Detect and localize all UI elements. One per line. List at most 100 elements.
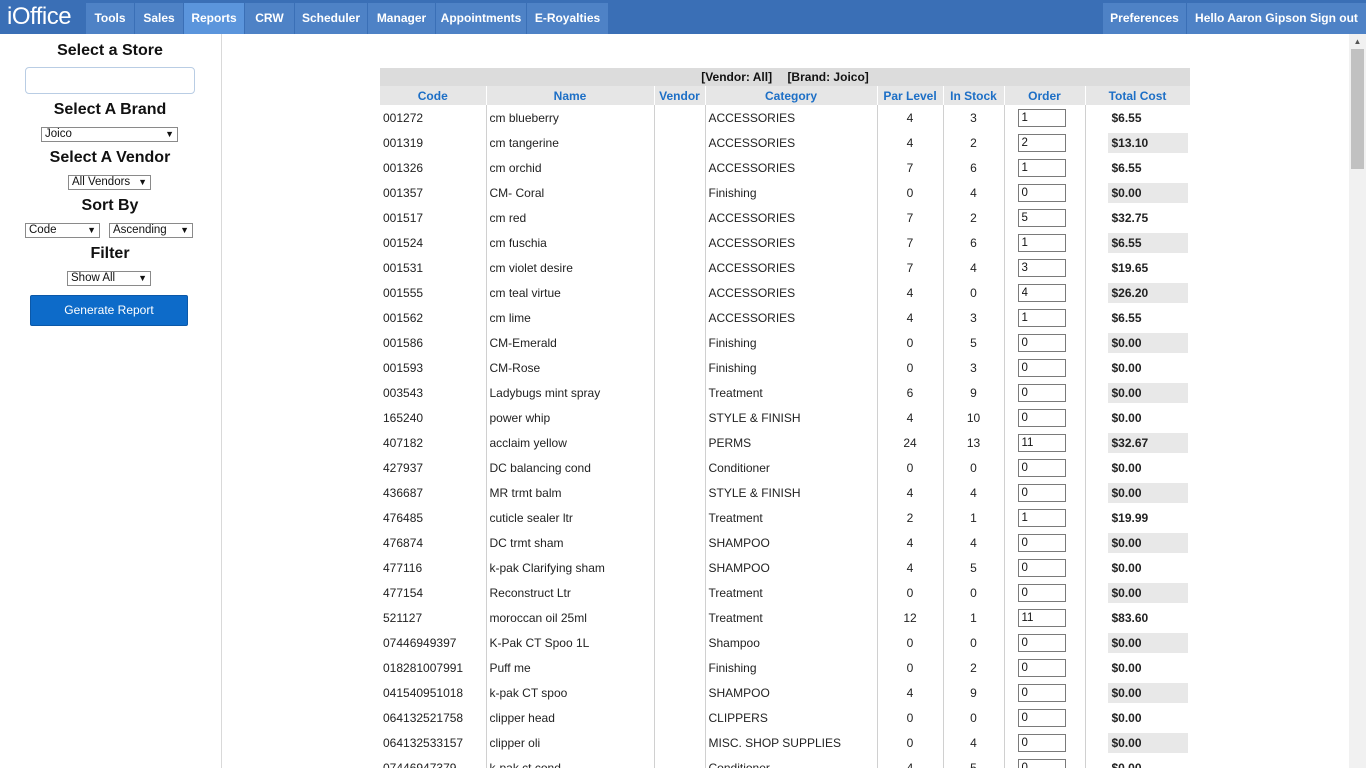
cell-name: cuticle sealer ltr — [486, 505, 655, 530]
column-header-in-stock[interactable]: In Stock — [943, 86, 1005, 105]
table-row: 521127moroccan oil 25ml Treatment121 $83.6… — [380, 605, 1190, 630]
total-cost-value: $0.00 — [1107, 382, 1188, 403]
order-quantity-input[interactable] — [1017, 633, 1066, 652]
nav-appointments[interactable]: Appointments — [436, 3, 526, 34]
cell-category: SHAMPOO — [705, 680, 878, 705]
nav-scheduler[interactable]: Scheduler — [295, 3, 367, 34]
cell-in-stock: 4 — [943, 730, 1005, 755]
order-quantity-input[interactable] — [1017, 158, 1066, 177]
generate-report-button[interactable]: Generate Report — [30, 295, 188, 326]
cell-total-cost: $0.00 — [1085, 705, 1190, 730]
store-input[interactable] — [25, 67, 195, 94]
order-quantity-input[interactable] — [1017, 483, 1066, 502]
cell-category: Conditioner — [705, 755, 878, 768]
nav-sales[interactable]: Sales — [135, 3, 183, 34]
scrollbar-thumb[interactable] — [1351, 49, 1364, 169]
cell-vendor — [654, 755, 706, 768]
preferences-link[interactable]: Preferences — [1103, 3, 1186, 34]
cell-par-level: 0 — [877, 455, 944, 480]
column-header-code[interactable]: Code — [380, 86, 487, 105]
chevron-down-icon: ▼ — [138, 177, 147, 187]
order-quantity-input[interactable] — [1017, 383, 1066, 402]
cell-code: 001326 — [380, 155, 487, 180]
cell-name: MR trmt balm — [486, 480, 655, 505]
order-quantity-input[interactable] — [1017, 433, 1066, 452]
order-quantity-input[interactable] — [1017, 183, 1066, 202]
column-header-order[interactable]: Order — [1004, 86, 1086, 105]
cell-vendor — [654, 455, 706, 480]
nav-manager[interactable]: Manager — [368, 3, 435, 34]
cell-vendor — [654, 555, 706, 580]
cell-in-stock: 5 — [943, 330, 1005, 355]
user-greeting-signout[interactable]: Hello Aaron Gipson Sign out — [1187, 3, 1366, 34]
cell-name: CM- Coral — [486, 180, 655, 205]
app-logo[interactable]: iOffice — [7, 2, 72, 32]
order-quantity-input[interactable] — [1017, 733, 1066, 752]
order-quantity-input[interactable] — [1017, 608, 1066, 627]
cell-par-level: 24 — [877, 430, 944, 455]
filter-select[interactable]: Show All ▼ — [67, 271, 151, 286]
order-quantity-input[interactable] — [1017, 508, 1066, 527]
nav-tools[interactable]: Tools — [86, 3, 134, 34]
order-quantity-input[interactable] — [1017, 133, 1066, 152]
brand-select[interactable]: Joico ▼ — [41, 127, 178, 142]
order-quantity-input[interactable] — [1017, 458, 1066, 477]
order-quantity-input[interactable] — [1017, 308, 1066, 327]
cell-code: 521127 — [380, 605, 487, 630]
nav-crw[interactable]: CRW — [245, 3, 294, 34]
total-cost-value: $0.00 — [1111, 710, 1142, 725]
sort-order-select[interactable]: Ascending ▼ — [109, 223, 193, 238]
cell-category: STYLE & FINISH — [705, 480, 878, 505]
order-quantity-input[interactable] — [1017, 283, 1066, 302]
order-quantity-input[interactable] — [1017, 758, 1066, 768]
cell-code: 477154 — [380, 580, 487, 605]
table-row: 001593CM-Rose Finishing03 $0.00 — [380, 355, 1190, 380]
table-row: 427937DC balancing condConditioner00$0.0… — [380, 455, 1190, 480]
cell-name: cm fuschia — [486, 230, 655, 255]
nav-e-royalties[interactable]: E-Royalties — [527, 3, 608, 34]
column-header-vendor[interactable]: Vendor — [654, 86, 706, 105]
table-row: 064132533157 clipper oli MISC. SHOP SUPPLI… — [380, 730, 1190, 755]
sort-field-select[interactable]: Code ▼ — [25, 223, 100, 238]
cell-order — [1004, 405, 1086, 430]
order-quantity-input[interactable] — [1017, 583, 1066, 602]
cell-total-cost: $0.00 — [1085, 555, 1190, 580]
order-quantity-input[interactable] — [1017, 558, 1066, 577]
table-row: 001562cm lime ACCESSORIES43 $6.55 — [380, 305, 1190, 330]
column-header-par-level[interactable]: Par Level — [877, 86, 944, 105]
order-quantity-input[interactable] — [1017, 358, 1066, 377]
column-header-name[interactable]: Name — [486, 86, 655, 105]
cell-par-level: 0 — [877, 580, 944, 605]
cell-order — [1004, 555, 1086, 580]
cell-category: ACCESSORIES — [705, 305, 878, 330]
order-quantity-input[interactable] — [1017, 533, 1066, 552]
cell-total-cost: $19.99 — [1085, 505, 1190, 530]
cell-name: CM-Emerald — [486, 330, 655, 355]
table-row: 001517cm red ACCESSORIES72 $32.75 — [380, 205, 1190, 230]
cell-in-stock: 4 — [943, 255, 1005, 280]
nav-reports[interactable]: Reports — [184, 3, 244, 34]
order-quantity-input[interactable] — [1017, 658, 1066, 677]
order-quantity-input[interactable] — [1017, 108, 1066, 127]
vendor-select[interactable]: All Vendors ▼ — [68, 175, 151, 190]
cell-vendor — [654, 605, 706, 630]
order-quantity-input[interactable] — [1017, 408, 1066, 427]
order-quantity-input[interactable] — [1017, 708, 1066, 727]
cell-in-stock: 3 — [943, 305, 1005, 330]
cell-in-stock: 6 — [943, 230, 1005, 255]
page-scrollbar[interactable]: ▲ — [1349, 34, 1366, 768]
cell-category: CLIPPERS — [705, 705, 878, 730]
order-quantity-input[interactable] — [1017, 333, 1066, 352]
order-quantity-input[interactable] — [1017, 258, 1066, 277]
cell-vendor — [654, 280, 706, 305]
cell-order — [1004, 105, 1086, 130]
cell-total-cost: $6.55 — [1085, 155, 1190, 180]
order-quantity-input[interactable] — [1017, 208, 1066, 227]
column-header-total-cost[interactable]: Total Cost — [1085, 86, 1191, 105]
order-quantity-input[interactable] — [1017, 233, 1066, 252]
cell-vendor — [654, 205, 706, 230]
column-header-category[interactable]: Category — [705, 86, 878, 105]
cell-name: cm violet desire — [486, 255, 655, 280]
scroll-up-arrow-icon[interactable]: ▲ — [1349, 34, 1366, 49]
order-quantity-input[interactable] — [1017, 683, 1066, 702]
